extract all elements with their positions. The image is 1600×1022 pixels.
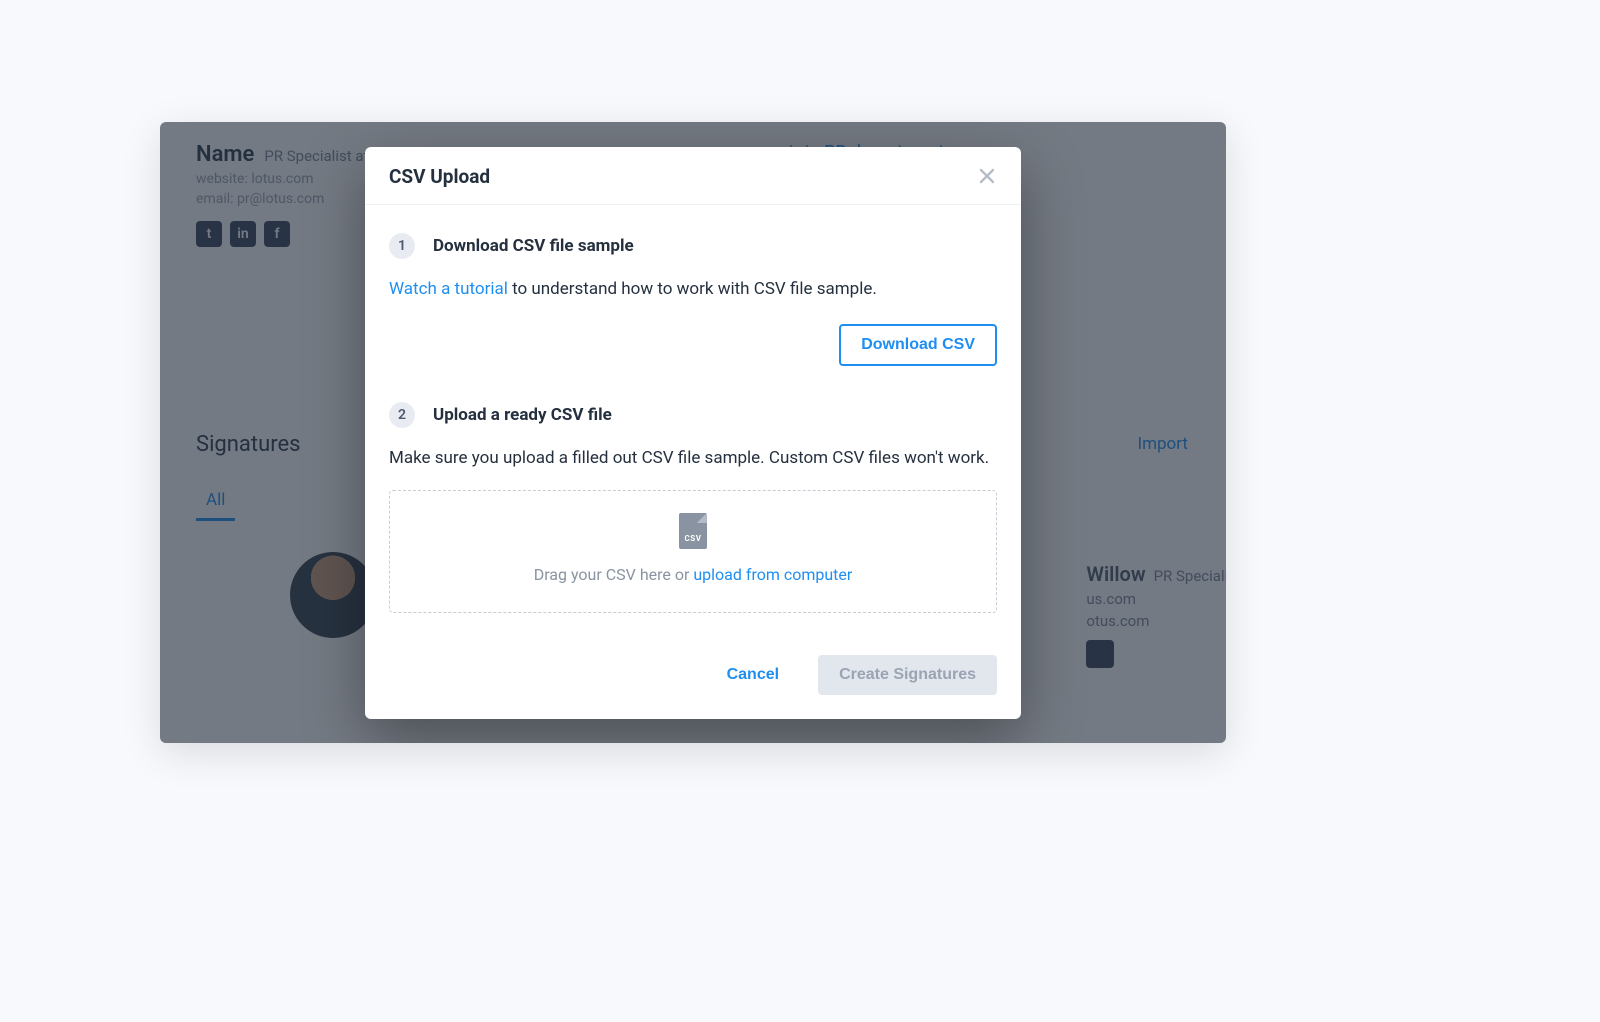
step-title: Upload a ready CSV file bbox=[433, 405, 612, 425]
file-icon-label: CSV bbox=[685, 534, 702, 543]
step-desc-text: to understand how to work with CSV file … bbox=[508, 279, 877, 299]
app-frame: Name PR Specialist at Lotus Ltd. website… bbox=[160, 122, 1226, 743]
step-number: 1 bbox=[389, 233, 415, 259]
watch-tutorial-link[interactable]: Watch a tutorial bbox=[389, 279, 508, 299]
step-2: 2 Upload a ready CSV file Make sure you … bbox=[389, 402, 997, 613]
modal-title: CSV Upload bbox=[389, 165, 490, 188]
csv-upload-modal: CSV Upload 1 Download CSV file sample Wa… bbox=[365, 147, 1021, 719]
drop-text: Drag your CSV here or bbox=[534, 565, 694, 584]
cancel-button[interactable]: Cancel bbox=[706, 655, 800, 695]
csv-file-icon: CSV bbox=[679, 513, 707, 549]
download-csv-button[interactable]: Download CSV bbox=[839, 324, 997, 366]
step-number: 2 bbox=[389, 402, 415, 428]
step-1: 1 Download CSV file sample Watch a tutor… bbox=[389, 233, 997, 367]
create-signatures-button[interactable]: Create Signatures bbox=[818, 655, 997, 695]
close-icon[interactable] bbox=[977, 166, 997, 186]
step-title: Download CSV file sample bbox=[433, 236, 634, 256]
step-desc-text: Make sure you upload a filled out CSV fi… bbox=[389, 446, 997, 472]
upload-from-computer-link[interactable]: upload from computer bbox=[693, 565, 852, 584]
csv-dropzone[interactable]: CSV Drag your CSV here or upload from co… bbox=[389, 490, 997, 613]
